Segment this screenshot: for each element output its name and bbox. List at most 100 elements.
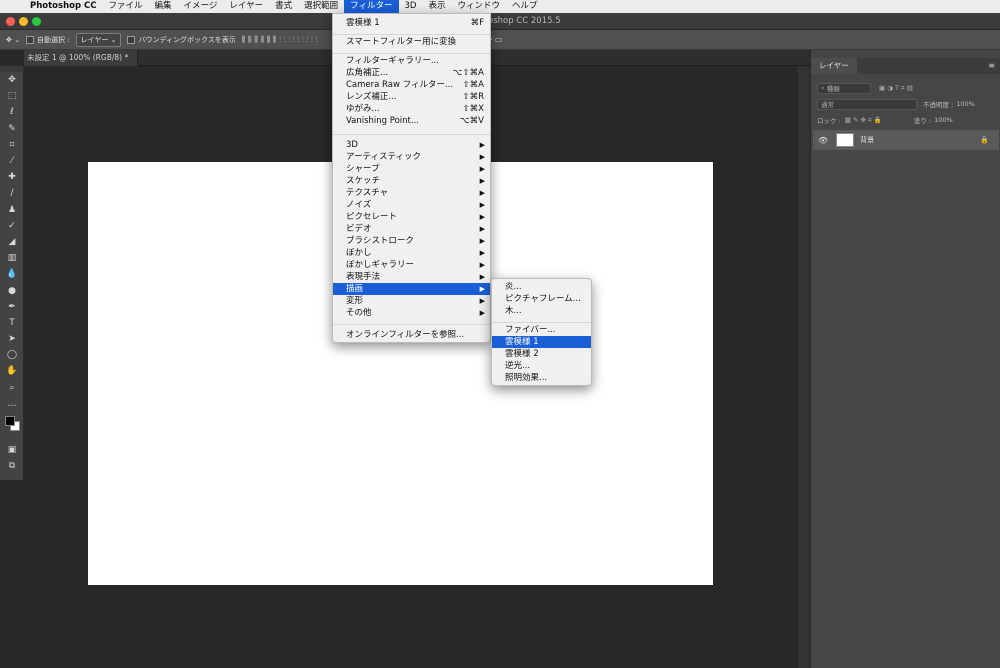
document-tab[interactable]: 未設定 1 @ 100% (RGB/8) * [24, 50, 138, 66]
filter-menu-item[interactable]: 広角補正... ⌥⇧⌘A [333, 67, 490, 79]
render-submenu-item[interactable]: 炎... [492, 281, 591, 293]
foreground-color-swatch[interactable] [5, 415, 15, 426]
filter-menu-item[interactable]: テクスチャ ▶ [333, 187, 490, 199]
filter-menu-item[interactable]: 表現手法 ▶ [333, 271, 490, 283]
color-swatches[interactable] [0, 412, 24, 442]
menu-app[interactable]: Photoshop CC [26, 0, 103, 13]
shape-tool-icon[interactable]: ◯ [0, 347, 24, 363]
filter-menu-item[interactable]: その他 ▶ [333, 307, 490, 319]
render-submenu-item[interactable]: ピクチャフレーム... [492, 293, 591, 305]
fill-value[interactable]: 100% [934, 116, 953, 124]
menu-edit[interactable]: 編集 [149, 0, 178, 13]
path-selection-tool-icon[interactable]: ➤ [0, 331, 24, 347]
filter-menu-item-shortcut: ⇧⌘A [462, 80, 484, 90]
render-submenu-item-label: ファイバー... [505, 325, 556, 335]
filter-menu-item[interactable]: スケッチ ▶ [333, 175, 490, 187]
crop-tool-icon[interactable]: ⌗ [0, 137, 24, 153]
zoom-tool-icon[interactable]: ⌕ [0, 380, 24, 396]
gradient-tool-icon[interactable]: ▥ [0, 250, 24, 266]
quick-mask-icon[interactable]: ▣ [0, 442, 24, 458]
filter-menu-item[interactable]: ブラシストローク ▶ [333, 235, 490, 247]
document-tab-label: 未設定 1 @ 100% (RGB/8) * [27, 53, 129, 62]
marquee-tool-icon[interactable]: ⬚ [0, 88, 24, 104]
menu-separator [492, 322, 591, 323]
clone-stamp-tool-icon[interactable]: ♟ [0, 202, 24, 218]
auto-select-target-dropdown[interactable]: レイヤー ⌄ [75, 32, 122, 47]
layer-kind-filter[interactable]: ⌕ 種類 [817, 82, 871, 94]
hand-tool-icon[interactable]: ✋ [0, 363, 24, 379]
type-tool-icon[interactable]: T [0, 315, 24, 331]
render-submenu-item-clouds[interactable]: 雲模様 1 [492, 336, 591, 348]
menu-file[interactable]: ファイル [103, 0, 149, 13]
blur-tool-icon[interactable]: 💧 [0, 266, 24, 282]
filter-menu-item-render[interactable]: 描画 ▶ [333, 283, 490, 295]
filter-menu-item[interactable]: 3D ▶ [333, 139, 490, 151]
blend-row: 通常 不透明度 : 100% [817, 98, 995, 110]
menu-window[interactable]: ウィンドウ [451, 0, 506, 13]
menu-3d[interactable]: 3D [399, 0, 423, 13]
layer-row[interactable]: 👁 背景 🔒 [813, 130, 999, 150]
menu-view[interactable]: 表示 [422, 0, 451, 13]
filter-menu-item-label: アーティスティック [346, 152, 421, 162]
lasso-tool-icon[interactable]: ℓ [0, 104, 24, 120]
filter-menu-item[interactable]: ゆがみ... ⇧⌘X [333, 103, 490, 115]
screen-mode-icon[interactable]: ⧉ [0, 458, 24, 474]
filter-menu-item[interactable]: フィルターギャラリー... [333, 55, 490, 67]
blend-mode-dropdown[interactable]: 通常 [817, 98, 917, 110]
move-tool-icon[interactable]: ✥ [0, 72, 24, 88]
eyedropper-tool-icon[interactable]: ⁄ [0, 153, 24, 169]
lock-options-icons[interactable]: ▦ ✎ ✥ ⌗ 🔒 [845, 116, 882, 125]
render-submenu-item[interactable]: 木... [492, 305, 591, 317]
submenu-arrow-icon: ▶ [479, 309, 485, 317]
filter-menu-item[interactable]: Vanishing Point... ⌥⌘V [333, 115, 490, 127]
auto-select-checkbox[interactable]: 自動選択 : [25, 35, 70, 45]
filter-menu-item[interactable]: ぼかしギャラリー ▶ [333, 259, 490, 271]
panel-menu-icon[interactable]: ≡ [988, 61, 995, 70]
menu-select[interactable]: 選択範囲 [298, 0, 344, 13]
lock-label: ロック : [817, 117, 841, 125]
filter-menu-item[interactable]: ビデオ ▶ [333, 223, 490, 235]
layers-tab[interactable]: レイヤー [811, 58, 857, 74]
filter-menu-item[interactable]: ノイズ ▶ [333, 199, 490, 211]
brush-tool-icon[interactable]: ∕ [0, 185, 24, 201]
layer-filter-icons[interactable]: ▣ ◑ T ⌗ ▤ [879, 84, 913, 93]
filter-menu-item[interactable]: ピクセレート ▶ [333, 211, 490, 223]
move-tool-preset-icon[interactable]: ✥ ⌄ [6, 36, 20, 44]
render-submenu-item-label: 木... [505, 306, 522, 316]
render-submenu-item[interactable]: 雲模様 2 [492, 348, 591, 360]
menu-type[interactable]: 書式 [269, 0, 298, 13]
healing-brush-tool-icon[interactable]: ✚ [0, 169, 24, 185]
menu-help[interactable]: ヘルプ [506, 0, 544, 13]
filter-menu-item[interactable]: アーティスティック ▶ [333, 151, 490, 163]
filter-menu-item[interactable]: レンズ補正... ⇧⌘R [333, 91, 490, 103]
filter-menu-item[interactable]: 雲模様 1 ⌘F [333, 17, 490, 29]
checkbox-box[interactable] [127, 35, 136, 44]
auto-select-label: 自動選択 : [36, 35, 70, 44]
filter-menu-item[interactable]: シャープ ▶ [333, 163, 490, 175]
submenu-arrow-icon: ▶ [479, 189, 485, 197]
opacity-value[interactable]: 100% [956, 100, 975, 108]
menu-layer[interactable]: レイヤー [223, 0, 269, 13]
history-brush-tool-icon[interactable]: ✓ [0, 218, 24, 234]
menu-image[interactable]: イメージ [178, 0, 224, 13]
tool-panel: ✥ ⬚ ℓ ✎ ⌗ ⁄ ✚ ∕ ♟ ✓ ◢ ▥ 💧 ● ✒ T ➤ ◯ ✋ ⌕ … [0, 66, 24, 480]
align-icons[interactable]: ⫼ ⫼ ⫼ ⫼ ⫼ ⫼ ⫶ ⫶ ⫶ ⫶ ⫶ ⫶ ⫶ ⫶ ⫶ [242, 35, 318, 45]
eye-icon[interactable]: 👁 [818, 136, 828, 145]
more-tools-icon[interactable]: … [0, 396, 24, 412]
menu-filter[interactable]: フィルター [344, 0, 399, 13]
render-submenu-item[interactable]: ファイバー... [492, 324, 591, 336]
pen-tool-icon[interactable]: ✒ [0, 299, 24, 315]
filter-menu-item[interactable]: オンラインフィルターを参照... [333, 329, 490, 341]
render-submenu-item[interactable]: 逆光... [492, 360, 591, 372]
filter-menu-item[interactable]: 変形 ▶ [333, 295, 490, 307]
layer-filter-row: ⌕ 種類 ▣ ◑ T ⌗ ▤ [817, 82, 995, 94]
filter-menu-item[interactable]: ぼかし ▶ [333, 247, 490, 259]
filter-menu-item[interactable]: スマートフィルター用に変換 [333, 36, 490, 48]
filter-menu-item[interactable]: Camera Raw フィルター... ⇧⌘A [333, 79, 490, 91]
dodge-tool-icon[interactable]: ● [0, 282, 24, 298]
quick-select-tool-icon[interactable]: ✎ [0, 121, 24, 137]
eraser-tool-icon[interactable]: ◢ [0, 234, 24, 250]
checkbox-box[interactable] [25, 35, 34, 44]
render-submenu-item[interactable]: 照明効果... [492, 372, 591, 384]
bounding-box-checkbox[interactable]: バウンディングボックスを表示 [127, 35, 236, 45]
